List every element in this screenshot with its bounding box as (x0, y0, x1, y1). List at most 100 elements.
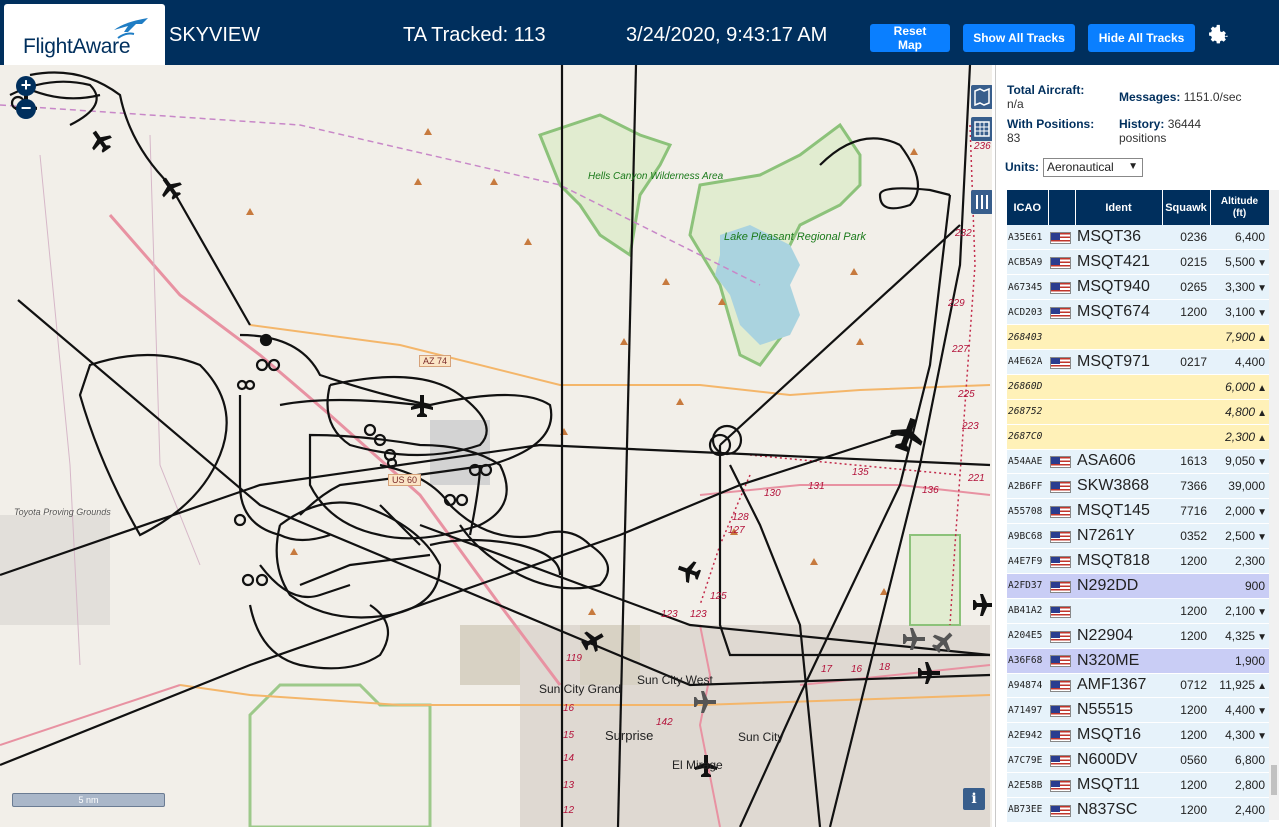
ident-cell: N22904 (1075, 623, 1162, 649)
squawk-cell (1162, 648, 1210, 674)
altitude-cell: 5,500 ▼ (1210, 249, 1269, 276)
icao-cell: A54AAE (1007, 449, 1048, 475)
info-icon[interactable]: i (963, 788, 985, 810)
altitude-cell: 3,100 ▼ (1210, 299, 1269, 326)
zoom-in-button[interactable]: + (16, 76, 36, 96)
grid-toggle-icon[interactable] (971, 117, 992, 141)
us-flag-icon (1050, 555, 1071, 568)
squawk-cell: 0236 (1162, 225, 1210, 251)
route-label: 14 (563, 753, 575, 764)
table-row[interactable]: A55708 MSQT145 7716 2,000 ▼ (1007, 498, 1269, 525)
gear-icon[interactable] (1205, 23, 1229, 47)
altitude-cell: 4,325 ▼ (1210, 623, 1269, 649)
table-row[interactable]: 26860D 6,000 ▲ (1007, 374, 1269, 400)
col-header-squawk[interactable]: Squawk (1162, 190, 1211, 225)
table-row[interactable]: A71497 N55515 1200 4,400 ▼ (1007, 697, 1269, 724)
reset-map-button[interactable]: Reset Map (870, 24, 950, 52)
history-unit: positions (1119, 131, 1167, 145)
map-view[interactable]: Hells Canyon Wilderness Area Lake Pleasa… (0, 65, 992, 827)
route-label: 127 (728, 525, 745, 536)
icao-cell: A7C79E (1007, 747, 1048, 774)
altitude-trend-icon: ▲ (1257, 382, 1267, 394)
flag-cell (1048, 349, 1075, 375)
altitude-cell: 900 (1210, 573, 1269, 599)
table-scrollbar-thumb[interactable] (1271, 765, 1277, 795)
table-row[interactable]: AB41A2 1200 2,100 ▼ (1007, 598, 1269, 624)
squawk-cell: 0215 (1162, 249, 1210, 276)
table-row[interactable]: A67345 MSQT940 0265 3,300 ▼ (1007, 274, 1269, 301)
logo-text: FlightAware (23, 35, 131, 58)
us-flag-icon (1050, 804, 1071, 817)
table-row[interactable]: 268403 7,900 ▲ (1007, 324, 1269, 350)
table-row[interactable]: A94874 AMF1367 0712 11,925 ▲ (1007, 673, 1269, 699)
ident-cell: ASA606 (1075, 449, 1162, 475)
flag-cell (1048, 722, 1075, 749)
squawk-cell: 1200 (1162, 548, 1210, 574)
hide-all-tracks-button[interactable]: Hide All Tracks (1088, 24, 1195, 52)
table-scrollbar[interactable] (1269, 190, 1279, 820)
table-row[interactable]: A4E7F9 MSQT818 1200 2,300 (1007, 548, 1269, 574)
flag-cell (1048, 648, 1075, 674)
units-selected-value: Aeronautical (1047, 160, 1114, 174)
table-row[interactable]: 268752 4,800 ▲ (1007, 399, 1269, 425)
squawk-cell: 1200 (1162, 623, 1210, 649)
zoom-out-button[interactable]: − (16, 99, 36, 119)
table-row[interactable]: A2B6FF SKW3868 7366 39,000 (1007, 473, 1269, 500)
flightaware-logo[interactable]: FlightAware (4, 4, 165, 65)
ident-cell: AMF1367 (1075, 673, 1162, 699)
altitude-cell: 2,400 (1210, 797, 1269, 823)
table-row[interactable]: A36F68 N320ME 1,900 (1007, 648, 1269, 674)
col-header-icao[interactable]: ICAO (1007, 190, 1049, 225)
flag-cell (1048, 673, 1075, 699)
route-label: 223 (962, 421, 979, 432)
table-row[interactable]: A4E62A MSQT971 0217 4,400 (1007, 349, 1269, 375)
map-canvas[interactable] (0, 65, 992, 827)
flag-cell (1048, 548, 1075, 574)
squawk-cell (1162, 424, 1210, 450)
altitude-trend-icon: ▼ (1257, 283, 1267, 295)
units-select[interactable]: Aeronautical ▼ (1043, 158, 1143, 177)
icao-cell: AB73EE (1007, 797, 1048, 823)
icao-cell: A36F68 (1007, 648, 1048, 674)
map-layers-icon[interactable] (971, 85, 992, 109)
messages-stat: Messages: 1151.0/sec (1119, 90, 1242, 104)
col-header-flag[interactable] (1048, 190, 1076, 225)
table-row[interactable]: ACD203 MSQT674 1200 3,100 ▼ (1007, 299, 1269, 326)
table-row[interactable]: A54AAE ASA606 1613 9,050 ▼ (1007, 449, 1269, 475)
ident-cell: N7261Y (1075, 523, 1162, 550)
altitude-cell: 2,300 ▲ (1210, 424, 1269, 450)
show-all-tracks-button[interactable]: Show All Tracks (963, 24, 1075, 52)
ident-cell: N55515 (1075, 697, 1162, 724)
altitude-cell: 11,925 ▲ (1210, 673, 1269, 699)
icao-cell: A4E7F9 (1007, 548, 1048, 574)
icao-cell: ACD203 (1007, 299, 1048, 326)
with-positions-stat: With Positions: 83 (1007, 117, 1094, 145)
flag-cell (1048, 424, 1075, 450)
altitude-trend-icon: ▼ (1257, 532, 1267, 544)
table-row[interactable]: A2E58B MSQT11 1200 2,800 (1007, 772, 1269, 798)
table-row[interactable]: A2FD37 N292DD 900 (1007, 573, 1269, 599)
col-header-altitude[interactable]: Altitude (ft) (1210, 190, 1270, 225)
table-row[interactable]: AB73EE N837SC 1200 2,400 (1007, 797, 1269, 823)
us-flag-icon (1050, 605, 1071, 618)
columns-toggle-icon[interactable] (971, 190, 992, 214)
ident-cell: MSQT11 (1075, 772, 1162, 798)
flag-cell (1048, 498, 1075, 525)
table-row[interactable]: A204E5 N22904 1200 4,325 ▼ (1007, 623, 1269, 649)
table-row[interactable]: A35E61 MSQT36 0236 6,400 (1007, 225, 1269, 251)
ident-cell (1075, 424, 1162, 450)
map-label-az74: AZ 74 (419, 355, 452, 367)
squawk-cell: 7716 (1162, 498, 1210, 525)
altitude-cell: 2,800 (1210, 772, 1269, 798)
icao-cell: A35E61 (1007, 225, 1048, 251)
table-row[interactable]: A7C79E N600DV 0560 6,800 (1007, 747, 1269, 774)
col-header-ident[interactable]: Ident (1075, 190, 1163, 225)
table-row[interactable]: ACB5A9 MSQT421 0215 5,500 ▼ (1007, 249, 1269, 276)
table-row[interactable]: A2E942 MSQT16 1200 4,300 ▼ (1007, 722, 1269, 749)
total-aircraft-stat: Total Aircraft: n/a (1007, 83, 1084, 111)
total-aircraft-label: Total Aircraft: (1007, 83, 1085, 97)
squawk-cell: 0217 (1162, 349, 1210, 375)
altitude-cell: 3,300 ▼ (1210, 274, 1269, 301)
table-row[interactable]: A9BC68 N7261Y 0352 2,500 ▼ (1007, 523, 1269, 550)
table-row[interactable]: 2687C0 2,300 ▲ (1007, 424, 1269, 450)
